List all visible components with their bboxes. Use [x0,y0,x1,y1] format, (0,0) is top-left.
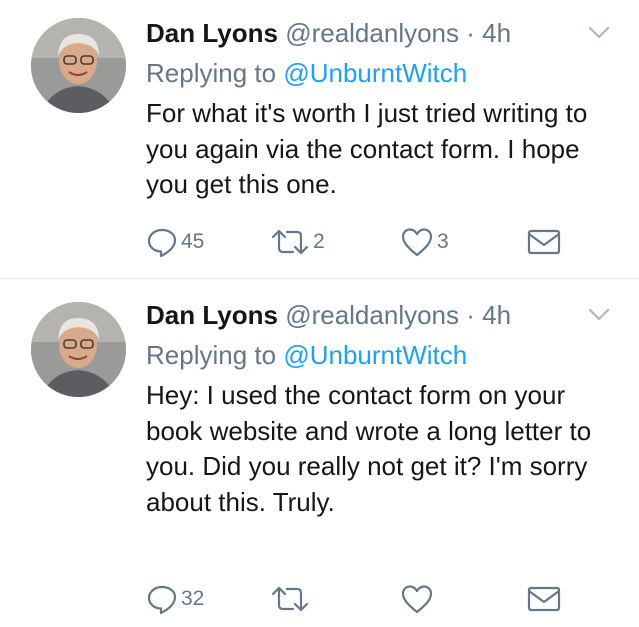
author-handle[interactable]: @realdanlyons [285,18,459,48]
tweet[interactable]: Dan Lyons @realdanlyons · 4h Replying to… [0,0,639,279]
tweet-text: For what it's worth I just tried writing… [146,98,588,200]
replying-label: Replying to [146,58,277,88]
timestamp[interactable]: 4h [482,300,511,330]
dm-button[interactable] [526,579,562,619]
replying-handle[interactable]: @UnburntWitch [283,340,467,370]
tweet-text: Hey: I used the contact form on your boo… [146,380,592,517]
retweet-button[interactable]: 2 [270,222,325,262]
reply-count: 45 [181,230,205,253]
separator-dot: · [466,300,475,330]
divider [0,278,639,279]
author-handle[interactable]: @realdanlyons [285,300,459,330]
retweet-count: 2 [313,230,325,253]
caret-down-icon[interactable] [588,26,610,40]
envelope-icon [527,229,561,255]
replying-to: Replying to @UnburntWitch [146,56,467,90]
reply-button[interactable]: 32 [146,579,204,619]
avatar[interactable] [31,18,126,113]
like-button[interactable] [400,579,437,619]
tweet-header: Dan Lyons @realdanlyons · 4h [146,299,511,331]
reply-icon [147,585,177,615]
like-button[interactable]: 3 [400,222,449,262]
retweet-button[interactable] [270,579,313,619]
author-name[interactable]: Dan Lyons [146,300,278,330]
reply-count: 32 [181,587,205,610]
heart-icon [401,585,433,614]
reply-button[interactable]: 45 [146,222,204,262]
action-bar: 45 2 3 [146,222,626,262]
replying-label: Replying to [146,340,277,370]
retweet-icon [271,586,309,612]
envelope-icon [527,586,561,612]
tweet[interactable]: Dan Lyons @realdanlyons · 4h Replying to… [0,280,639,627]
like-count: 3 [437,230,449,253]
heart-icon [401,228,433,257]
replying-handle[interactable]: @UnburntWitch [283,58,467,88]
dm-button[interactable] [526,222,562,262]
avatar[interactable] [31,302,126,397]
retweet-icon [271,229,309,255]
separator-dot: · [466,18,475,48]
caret-down-icon[interactable] [588,308,610,322]
reply-icon [147,228,177,258]
action-bar: 32 [146,579,626,619]
timestamp[interactable]: 4h [482,18,511,48]
replying-to: Replying to @UnburntWitch [146,338,467,372]
author-name[interactable]: Dan Lyons [146,18,278,48]
tweet-header: Dan Lyons @realdanlyons · 4h [146,17,511,49]
